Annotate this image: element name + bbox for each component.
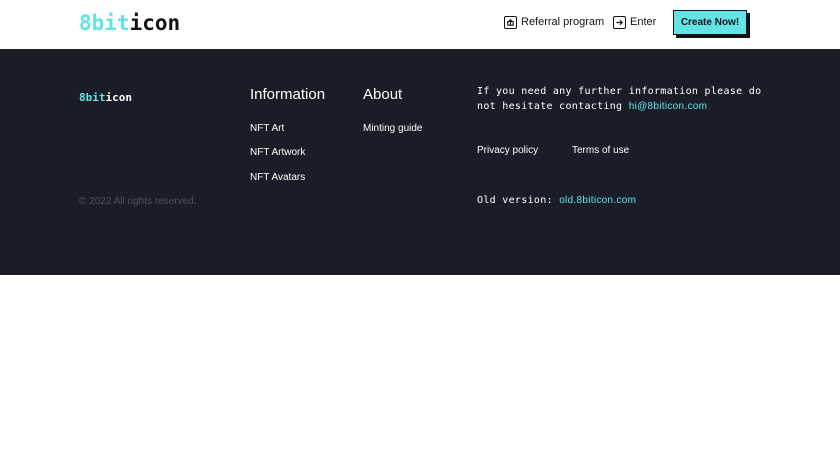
site-logo[interactable]: 8biticon [79,10,180,36]
nav-enter-label: Enter [630,16,657,28]
footer-link-minting-guide[interactable]: Minting guide [363,123,422,134]
footer-logo[interactable]: 8biticon [79,91,132,105]
login-arrow-icon [613,15,626,29]
site-header: 8biticon Referral program Enter Create N… [0,0,840,48]
contact-email-link[interactable]: hi@8biticon.com [629,101,708,112]
nav-referral-label: Referral program [521,16,605,28]
site-footer: 8biticon © 2022 All rights reserved. Inf… [0,49,840,275]
copyright: © 2022 All rights reserved. [79,196,197,207]
footer-link-nft-artwork[interactable]: NFT Artwork [250,147,305,158]
terms-of-use-link[interactable]: Terms of use [572,145,629,156]
information-title: Information [250,86,326,103]
create-now-button[interactable]: Create Now! [673,10,747,35]
footer-link-nft-avatars[interactable]: NFT Avatars [250,172,305,183]
nav-referral-program[interactable]: Referral program [504,13,604,31]
footer-link-nft-art[interactable]: NFT Art [250,123,284,134]
gift-icon [504,15,517,29]
privacy-policy-link[interactable]: Privacy policy [477,145,538,156]
create-now-button-wrap: Create Now! [673,10,750,38]
contact-message: If you need any further information plea… [477,86,762,112]
old-version-label: Old version: [477,195,553,206]
nav-enter[interactable]: Enter [613,13,656,31]
old-version: Old version: old.8biticon.com [477,195,636,206]
old-version-link[interactable]: old.8biticon.com [559,195,636,206]
logo-part-b: icon [129,11,181,35]
footer-logo-part-a: 8bit [79,91,106,104]
logo-part-a: 8bit [79,11,130,35]
about-title: About [363,86,403,103]
contact-text: If you need any further information plea… [477,84,767,114]
footer-logo-part-b: icon [105,91,133,104]
